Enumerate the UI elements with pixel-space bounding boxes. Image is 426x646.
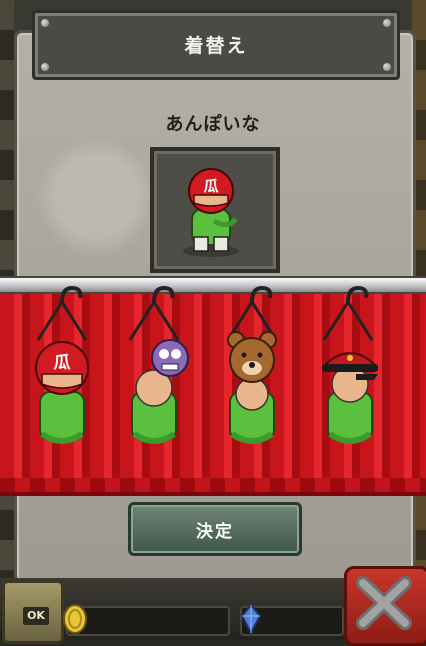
ok-button-label: OK (23, 607, 49, 625)
rivet-icon (383, 63, 391, 71)
coin-counter (63, 604, 230, 636)
rivet-icon (41, 63, 49, 71)
decide-button-label: 決定 (196, 522, 234, 542)
preview-character-icon: 瓜 (183, 168, 239, 257)
gem-counter (240, 604, 344, 636)
ok-button[interactable]: OK (2, 580, 64, 644)
close-button[interactable] (344, 566, 426, 646)
curtain-hem (0, 478, 426, 492)
bear-head-outfit-icon[interactable] (212, 330, 292, 460)
rivet-icon (383, 19, 391, 27)
svg-text:瓜: 瓜 (54, 353, 71, 373)
gem-icon (240, 604, 262, 634)
purple-mask-outfit-icon[interactable] (114, 330, 194, 460)
rivet-icon (41, 19, 49, 27)
character-preview: 瓜 (150, 147, 280, 273)
svg-text:瓜: 瓜 (203, 177, 218, 195)
character-name: あんぽいな (165, 114, 261, 135)
red-helmet-outfit-icon[interactable]: 瓜 (22, 330, 102, 460)
coin-icon (63, 604, 87, 634)
screen-title: 着替え (184, 35, 248, 57)
title-plate: 着替え (32, 10, 400, 80)
military-cap-outfit-icon[interactable] (310, 330, 390, 460)
decide-button[interactable]: 決定 (128, 502, 302, 556)
close-icon (356, 576, 412, 630)
